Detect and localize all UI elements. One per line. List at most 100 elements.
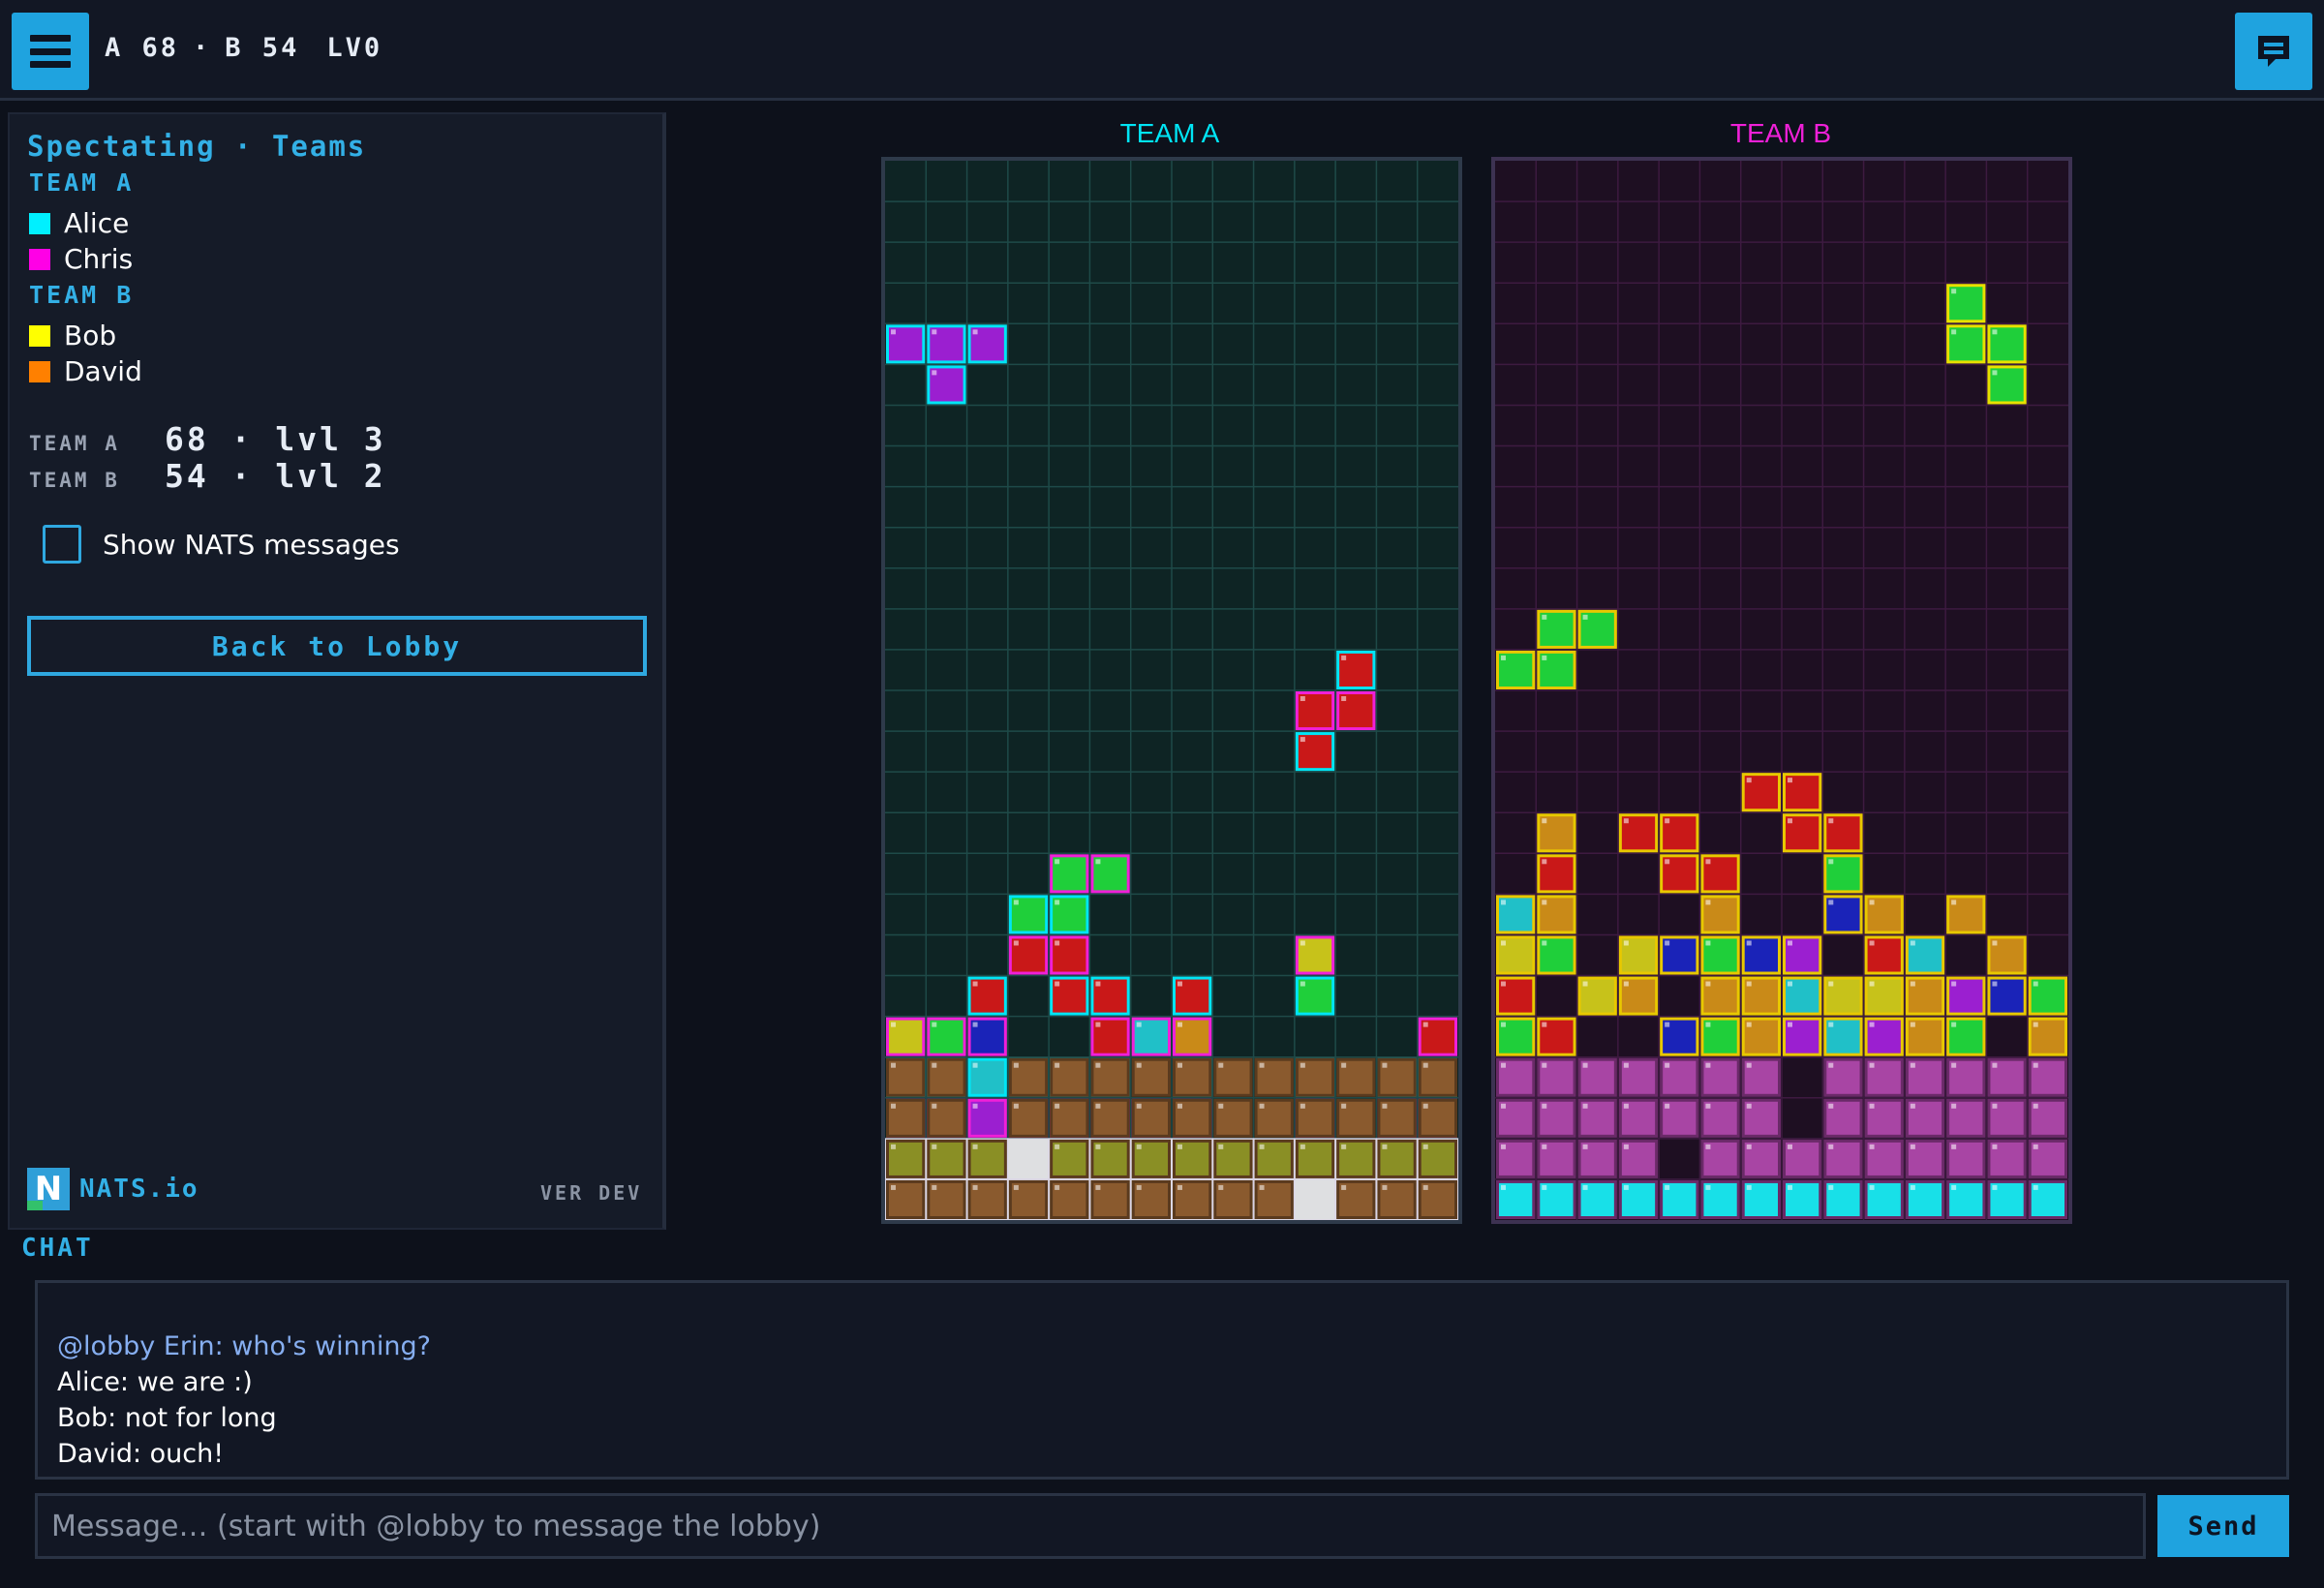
tetris-block <box>1537 1139 1576 1178</box>
player-name: Chris <box>64 243 134 275</box>
player-alice: Alice <box>29 207 129 239</box>
tetris-block <box>967 1057 1007 1097</box>
tetris-block <box>1173 1057 1212 1097</box>
tetris-block <box>1864 976 1904 1016</box>
tetris-block <box>1783 1139 1822 1178</box>
tetris-block <box>1618 1139 1659 1178</box>
tetris-block <box>1864 935 1904 975</box>
tetris-block <box>1864 895 1904 934</box>
tetris-block <box>1537 609 1576 649</box>
tetris-block <box>927 1098 966 1138</box>
tetris-block <box>1741 1139 1781 1178</box>
tetris-block <box>2028 1179 2067 1219</box>
tetris-block <box>927 1057 966 1097</box>
tetris-block <box>1864 1017 1904 1056</box>
tetris-block <box>1577 1098 1617 1138</box>
tetris-block <box>927 1017 966 1056</box>
tetris-block <box>967 1017 1007 1056</box>
tetris-block <box>1050 895 1089 934</box>
nats-messages-toggle[interactable]: Show NATS messages <box>43 525 400 564</box>
tetris-block <box>1700 1098 1740 1138</box>
tetris-block <box>1946 1017 1986 1056</box>
chat-toggle-button[interactable] <box>2235 13 2312 90</box>
tetris-block <box>1577 1139 1617 1178</box>
tetris-block <box>1946 895 1986 934</box>
player-name: David <box>64 355 142 387</box>
tetris-block <box>1577 1057 1617 1097</box>
back-to-lobby-button[interactable]: Back to Lobby <box>27 616 647 676</box>
tetris-block <box>1173 976 1212 1016</box>
tetris-block <box>1946 1098 1986 1138</box>
tetris-block <box>1946 1139 1986 1178</box>
nats-logo[interactable]: N NATS.io <box>27 1168 199 1210</box>
tetris-block <box>1295 732 1335 772</box>
tetris-block <box>1741 1179 1781 1219</box>
nats-messages-label: Show NATS messages <box>103 528 400 561</box>
tetris-block <box>886 1017 926 1056</box>
tetris-block <box>1823 1098 1863 1138</box>
tetris-block <box>1050 1057 1089 1097</box>
tetris-block <box>1496 1139 1536 1178</box>
chat-message: David: ouch! <box>57 1439 225 1469</box>
tetris-block <box>1577 976 1617 1016</box>
tetris-block <box>1741 1057 1781 1097</box>
falling-piece-block <box>1987 365 2027 405</box>
score-status: A 68 · B 54 LV0 <box>105 33 382 63</box>
team-a-score-row: TEAM A 68 · lvl 3 <box>29 420 386 458</box>
tetris-block <box>1336 1139 1376 1178</box>
tetris-block <box>1741 935 1781 975</box>
tetris-block <box>1823 895 1863 934</box>
tetris-block <box>1418 1139 1457 1178</box>
tetris-block <box>1660 813 1699 853</box>
tetris-block <box>2028 976 2067 1016</box>
tetris-block <box>1783 773 1822 812</box>
score-value: 54 · lvl 2 <box>165 457 386 495</box>
cleared-line-cell <box>1007 1138 1050 1180</box>
chat-message-input[interactable] <box>35 1493 2146 1559</box>
tetris-block <box>1660 1057 1699 1097</box>
tetris-block <box>1700 976 1740 1016</box>
tetris-block <box>1090 1098 1130 1138</box>
tetris-block <box>1418 1179 1457 1219</box>
tetris-block <box>1905 1057 1945 1097</box>
player-color-swatch <box>29 360 50 382</box>
player-color-swatch <box>29 324 50 347</box>
tetris-block <box>1418 1098 1457 1138</box>
tetris-block <box>1336 1179 1376 1219</box>
tetris-block <box>1987 1139 2027 1178</box>
tetris-block <box>1090 1179 1130 1219</box>
tetris-block <box>1336 1098 1376 1138</box>
tetris-block <box>1618 935 1659 975</box>
tetris-block <box>1700 935 1740 975</box>
send-button[interactable]: Send <box>2157 1495 2289 1557</box>
tetris-block <box>1295 691 1335 731</box>
tetris-block <box>886 1098 926 1138</box>
hamburger-menu-icon <box>30 35 71 68</box>
chat-log[interactable]: @lobby Erin: who's winning? Alice: we ar… <box>35 1280 2289 1480</box>
team-a-board-canvas <box>885 161 1458 1220</box>
chat-message: @lobby Erin: who's winning? <box>57 1331 431 1361</box>
tetris-block <box>1295 1139 1335 1178</box>
tetris-block <box>1050 854 1089 894</box>
tetris-block <box>1173 1098 1212 1138</box>
tetris-block <box>1090 1017 1130 1056</box>
tetris-block <box>1173 1139 1212 1178</box>
tetris-block <box>927 324 966 364</box>
tetris-block <box>1377 1057 1417 1097</box>
tetris-block <box>1418 1017 1457 1056</box>
tetris-block <box>1496 1098 1536 1138</box>
chat-bubble-icon <box>2258 36 2289 67</box>
tetris-block <box>1537 895 1576 934</box>
tetris-block <box>1213 1179 1253 1219</box>
tetris-block <box>1050 1098 1089 1138</box>
tetris-block <box>1823 1057 1863 1097</box>
tetris-block <box>1946 1057 1986 1097</box>
tetris-block <box>1295 1098 1335 1138</box>
menu-button[interactable] <box>12 13 89 90</box>
nats-logo-icon: N <box>27 1168 70 1210</box>
player-david: David <box>29 355 142 387</box>
tetris-block <box>1008 1179 1049 1219</box>
tetris-block <box>1496 1017 1536 1056</box>
nats-messages-checkbox[interactable] <box>43 525 81 564</box>
tetris-block <box>967 976 1007 1016</box>
